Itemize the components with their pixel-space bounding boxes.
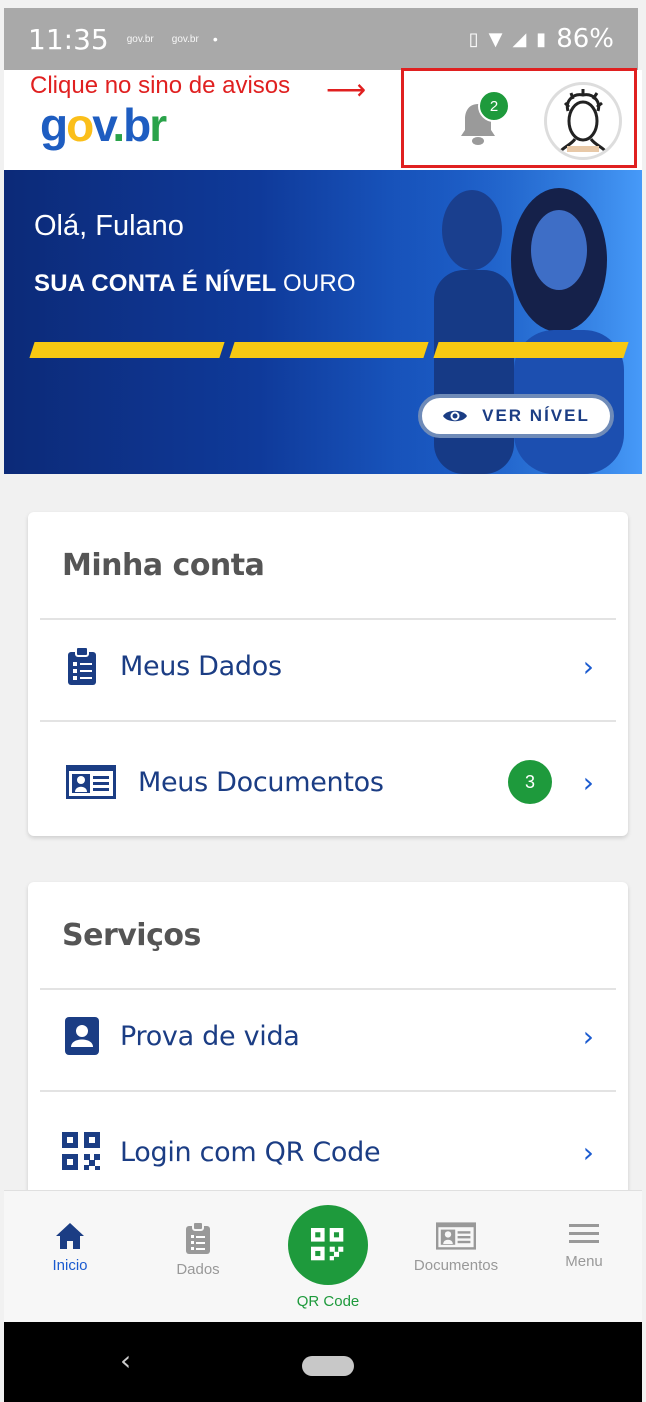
greeting: Olá, Fulano [34,210,184,242]
home-pill[interactable] [302,1356,354,1376]
servicos-card: Serviços Prova de vida › Login com QR Co… [28,882,628,1202]
id-card-icon [62,765,120,799]
app-header: Clique no sino de avisos ⟶ gov.br 2 [4,68,642,170]
back-icon[interactable]: ‹ [120,1344,131,1377]
nav-documentos[interactable]: Documentos [406,1221,506,1274]
system-navigation-bar: ‹ [4,1322,642,1402]
level-value: OURO [282,270,356,297]
level-progress [29,342,629,358]
nav-dados[interactable]: Dados [148,1221,248,1278]
nav-menu[interactable]: Menu [534,1221,634,1270]
chevron-right-icon: › [582,1135,594,1169]
meus-dados-row[interactable]: Meus Dados › [40,616,616,716]
chevron-right-icon: › [582,649,594,683]
notification-count-badge: 2 [478,90,510,122]
meus-documentos-row[interactable]: Meus Documentos 3 › [40,732,616,832]
level-progress-segment [29,342,225,358]
home-icon [56,1223,84,1249]
govbr-logo[interactable]: gov.br [40,98,167,152]
eye-icon [443,410,468,422]
status-bar: 11:35 gov.br gov.br • ▯ ▼ ◢ ▮ 86% [4,8,638,70]
qr-code-icon [311,1228,344,1261]
vibrate-icon: ▯ [468,28,479,50]
avatar[interactable] [544,82,622,160]
person-badge-icon [62,1017,102,1055]
annotation-text: Clique no sino de avisos [30,72,291,99]
divider [40,720,616,722]
row-label: Prova de vida [120,1020,300,1052]
clipboard-list-icon [62,646,102,686]
notification-app-label: gov.br [126,33,154,45]
avatar-face-icon [557,89,609,153]
qr-code-fab[interactable] [288,1205,368,1285]
menu-icon [569,1224,599,1243]
card-title: Serviços [62,918,201,953]
signal-icon: ◢ [512,28,527,50]
battery-icon: ▮ [536,28,547,50]
level-progress-segment [229,342,429,358]
more-notifications-dot: • [212,31,218,47]
annotation-arrow: ⟶ [326,74,367,105]
nav-qr-code-label[interactable]: QR Code [278,1293,378,1310]
minha-conta-card: Minha conta Meus Dados › Meus Documentos… [28,512,628,836]
row-label: Meus Dados [120,650,282,682]
chevron-right-icon: › [582,765,594,799]
wifi-icon: ▼ [488,28,503,50]
row-label: Login com QR Code [120,1136,381,1168]
card-title: Minha conta [62,548,265,583]
row-label: Meus Documentos [138,766,384,798]
clipboard-icon [186,1221,210,1254]
account-level: SUA CONTA É NÍVEL OURO [34,270,356,297]
level-progress-segment [433,342,629,358]
status-time: 11:35 [28,22,109,56]
id-card-icon [436,1222,476,1250]
bottom-navigation: Inicio Dados QR Code Documentos Menu [4,1190,642,1322]
battery-percent: 86% [556,24,614,54]
ver-nivel-button[interactable]: VER NÍVEL [418,394,614,438]
level-banner: Olá, Fulano SUA CONTA É NÍVEL OURO VER N… [4,170,642,474]
prova-de-vida-row[interactable]: Prova de vida › [40,986,616,1086]
qr-code-icon [62,1132,102,1172]
chevron-right-icon: › [582,1019,594,1053]
login-qr-code-row[interactable]: Login com QR Code › [40,1102,616,1202]
notification-app-label: gov.br [171,33,199,45]
nav-inicio[interactable]: Inicio [20,1221,120,1274]
documents-count-badge: 3 [508,760,552,804]
divider [40,1090,616,1092]
